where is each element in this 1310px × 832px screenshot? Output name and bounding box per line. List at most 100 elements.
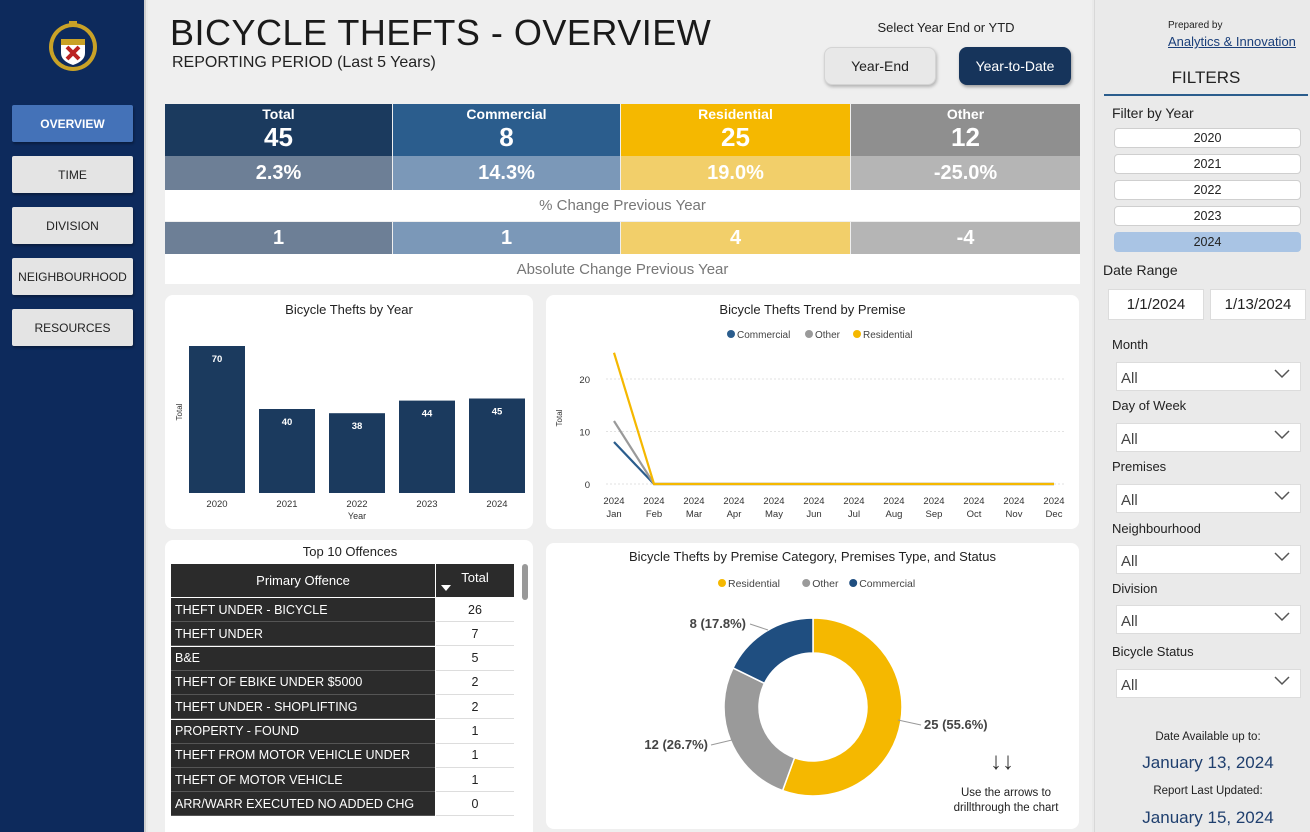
x-tick-label-month: Nov <box>1006 509 1023 520</box>
y-axis-label: Total <box>555 409 564 426</box>
offence-name: THEFT UNDER - SHOPLIFTING <box>171 695 435 720</box>
neighbourhood-dropdown[interactable]: All <box>1116 545 1301 574</box>
year-2020-button[interactable]: 2020 <box>1114 128 1301 148</box>
bicycle-status-dropdown[interactable]: All <box>1116 669 1301 698</box>
table-row[interactable]: B&E 5 <box>171 646 514 671</box>
year-select-label: Select Year End or YTD <box>877 20 1015 35</box>
legend-marker-commercial <box>727 330 735 338</box>
date-to-input[interactable]: 1/13/2024 <box>1210 289 1306 320</box>
series-line-commercial <box>613 441 1054 486</box>
line-chart[interactable]: Commercial Other Residential 0 10 20 Total 2024… <box>546 320 1079 525</box>
x-tick-label: 2022 <box>346 499 367 510</box>
table-row[interactable]: THEFT OF EBIKE UNDER $5000 2 <box>171 670 514 695</box>
bicycle-status-value: All <box>1121 677 1138 694</box>
table-row[interactable]: THEFT UNDER - SHOPLIFTING 2 <box>171 695 514 720</box>
date-from-input[interactable]: 1/1/2024 <box>1108 289 1204 320</box>
table-row[interactable]: PROPERTY - FOUND 1 <box>171 719 514 744</box>
year-end-button[interactable]: Year-End <box>824 47 936 85</box>
x-tick-label-year: 2024 <box>643 496 664 507</box>
bar-chart[interactable]: 70 2020 40 2021 38 2022 44 2023 45 2024 Year Total <box>165 320 533 525</box>
month-value: All <box>1121 370 1138 387</box>
report-updated-value: January 15, 2024 <box>1142 808 1274 827</box>
chevron-down-icon <box>1274 612 1290 622</box>
kpi-total-abs: 1 <box>165 222 392 254</box>
day-of-week-dropdown[interactable]: All <box>1116 423 1301 452</box>
kpi-commercial-abs: 1 <box>393 222 620 254</box>
nav-resources[interactable]: RESOURCES <box>12 309 133 346</box>
x-tick-label-month: Aug <box>886 509 903 520</box>
col-primary-offence[interactable]: Primary Offence <box>171 564 435 597</box>
offences-rows: THEFT UNDER - BICYCLE 26 THEFT UNDER 7 B&E 5 T… <box>171 598 514 832</box>
kpi-other-abs: -4 <box>851 222 1080 254</box>
filter-year-label: Filter by Year <box>1112 105 1194 121</box>
month-label: Month <box>1112 337 1149 352</box>
x-tick-label-month: May <box>765 509 783 520</box>
year-2023-button[interactable]: 2023 <box>1114 206 1301 226</box>
x-tick-label: 2024 <box>486 499 507 510</box>
col-total[interactable]: Total <box>436 564 514 597</box>
offence-name: B&E <box>171 646 435 671</box>
x-tick-label-year: 2024 <box>803 496 824 507</box>
premises-label: Premises <box>1112 459 1167 474</box>
table-row[interactable]: THEFT FROM MOTOR VEHICLE UNDER 1 <box>171 743 514 768</box>
offence-total: 1 <box>436 719 514 744</box>
year-2021-button[interactable]: 2021 <box>1114 154 1301 174</box>
sort-desc-icon <box>441 585 451 591</box>
x-axis-label: Year <box>348 511 366 521</box>
offences-scrollbar[interactable] <box>522 564 528 600</box>
day-of-week-value: All <box>1121 431 1138 448</box>
premises-dropdown[interactable]: All <box>1116 484 1301 513</box>
nav-overview[interactable]: OVERVIEW <box>12 105 133 142</box>
bar-data-label: 40 <box>282 417 293 428</box>
nav-division[interactable]: DIVISION <box>12 207 133 244</box>
table-row[interactable]: THEFT UNDER - BICYCLE 26 <box>171 598 514 622</box>
year-2022-button[interactable]: 2022 <box>1114 180 1301 200</box>
table-row[interactable]: ARR/WARR EXECUTED NO ADDED CHG 0 <box>171 792 514 817</box>
kpi-total: Total 45 <box>165 104 392 156</box>
drillthrough-hint: Use the arrows to drillthrough the chart <box>953 787 1059 814</box>
day-of-week-label: Day of Week <box>1112 398 1187 413</box>
kpi-residential-value: 25 <box>721 122 750 152</box>
chevron-down-icon <box>1274 369 1290 379</box>
x-tick-label: 2021 <box>276 499 297 510</box>
nav-time[interactable]: TIME <box>12 156 133 193</box>
date-range-label: Date Range <box>1103 262 1178 278</box>
year-2024-button[interactable]: 2024 <box>1114 232 1301 252</box>
x-tick-label-year: 2024 <box>923 496 944 507</box>
legend-marker-residential <box>853 330 861 338</box>
page-subtitle: REPORTING PERIOD (Last 5 Years) <box>172 54 436 71</box>
legend-label-residential: Residential <box>728 578 780 590</box>
bar-data-label: 45 <box>492 407 503 418</box>
offence-total: 5 <box>436 646 514 671</box>
bicycle-status-label: Bicycle Status <box>1112 644 1194 659</box>
slice-other <box>723 666 796 792</box>
legend-marker-residential <box>718 579 726 587</box>
kpi-total-label: Total <box>262 106 295 122</box>
date-available-label: Date Available up to: <box>1155 731 1261 743</box>
month-dropdown[interactable]: All <box>1116 362 1301 391</box>
x-tick-label-year: 2024 <box>723 496 744 507</box>
year-to-date-button[interactable]: Year-to-Date <box>959 47 1071 85</box>
date-available-value: January 13, 2024 <box>1142 753 1274 772</box>
x-tick-label-month: Oct <box>967 509 982 520</box>
offence-total: 7 <box>436 622 514 647</box>
x-tick-label-year: 2024 <box>883 496 904 507</box>
slice-leader-line <box>710 739 733 746</box>
analytics-link[interactable]: Analytics & Innovation <box>1168 34 1296 49</box>
x-tick-label-month: Mar <box>686 509 702 520</box>
offence-total: 2 <box>436 695 514 720</box>
line-chart-title: Bicycle Thefts Trend by Premise <box>719 302 906 317</box>
y-tick-label: 20 <box>579 375 590 386</box>
legend-marker-other <box>805 330 813 338</box>
y-tick-label: 0 <box>585 480 590 491</box>
table-row[interactable]: THEFT UNDER 7 <box>171 622 514 647</box>
kpi-total-value: 45 <box>264 122 293 152</box>
nav-neighbourhood[interactable]: NEIGHBOURHOOD <box>12 258 133 295</box>
offence-total: 2 <box>436 670 514 695</box>
division-dropdown[interactable]: All <box>1116 605 1301 634</box>
col-total-label: Total <box>461 570 489 585</box>
offence-name: THEFT OF EBIKE UNDER $5000 <box>171 670 435 695</box>
table-row[interactable]: THEFT OF MOTOR VEHICLE 1 <box>171 768 514 793</box>
x-tick-label-month: Jun <box>806 509 821 520</box>
drillthrough-arrows-icon[interactable]: ↓↓ <box>990 748 1014 776</box>
